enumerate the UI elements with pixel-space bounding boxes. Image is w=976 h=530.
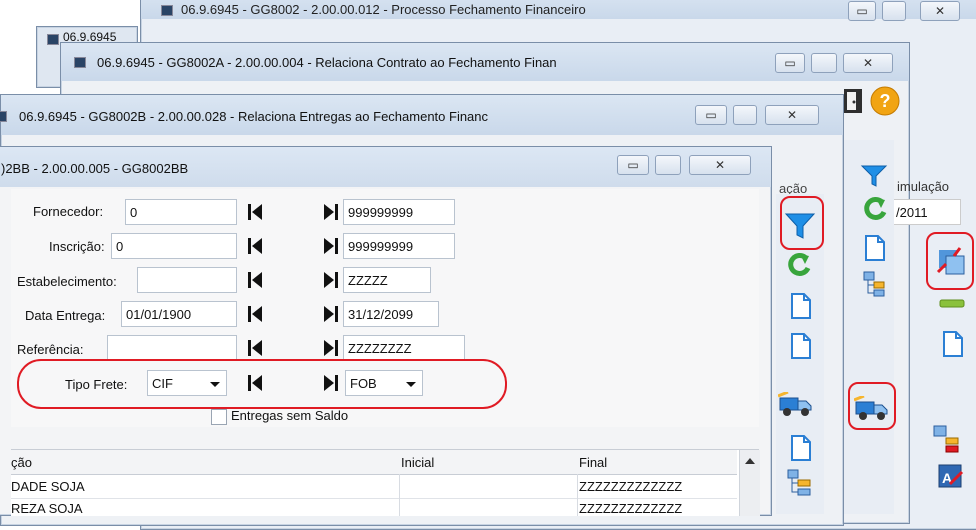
- grid-header: ção Inicial Final: [11, 450, 737, 475]
- minimize-button[interactable]: ▭: [617, 155, 649, 175]
- first-record-icon[interactable]: [245, 303, 265, 325]
- minimize-button[interactable]: ▭: [695, 105, 727, 125]
- entregas-sem-saldo-label: Entregas sem Saldo: [231, 408, 349, 423]
- minimize-button[interactable]: ▭: [848, 1, 876, 21]
- referencia-label: Referência:: [17, 342, 84, 357]
- window-4-title: )2BB - 2.00.00.005 - GG8002BB: [1, 161, 189, 176]
- grid-column-divider: [577, 474, 578, 516]
- window-1-titlebar[interactable]: 06.9.6945 - GG8002 - 2.00.00.012 - Proce…: [141, 0, 976, 21]
- vertical-scrollbar[interactable]: [739, 450, 760, 516]
- minus-icon[interactable]: [938, 296, 966, 310]
- table-row[interactable]: DADE SOJA ZZZZZZZZZZZZZ: [11, 476, 737, 499]
- table-cell: DADE SOJA: [11, 479, 85, 494]
- maximize-button[interactable]: [733, 105, 757, 125]
- window-3-title: 06.9.6945 - GG8002B - 2.00.00.028 - Rela…: [19, 109, 489, 124]
- highlight-filter-icon: [780, 196, 824, 250]
- document-icon[interactable]: [864, 234, 886, 262]
- window-4-titlebar[interactable]: )2BB - 2.00.00.005 - GG8002BB ▭ ✕: [0, 147, 771, 187]
- exit-door-icon[interactable]: [841, 87, 865, 115]
- filter-icon[interactable]: [860, 164, 888, 188]
- truck-icon[interactable]: [778, 392, 814, 418]
- window-gg8002bb: )2BB - 2.00.00.005 - GG8002BB ▭ ✕ Fornec…: [0, 146, 772, 516]
- fornecedor-label: Fornecedor:: [33, 204, 104, 219]
- hierarchy-icon[interactable]: [932, 424, 962, 454]
- first-record-icon[interactable]: [245, 269, 265, 291]
- close-button[interactable]: ✕: [920, 1, 960, 21]
- inscricao-to-field[interactable]: 999999999: [343, 233, 455, 259]
- data-entrega-to-field[interactable]: 31/12/2099: [343, 301, 439, 327]
- estabelecimento-label: Estabelecimento:: [17, 274, 117, 289]
- hierarchy-icon[interactable]: [786, 468, 814, 498]
- first-record-icon[interactable]: [245, 235, 265, 257]
- simulacao-label: imulação: [897, 179, 950, 194]
- last-record-icon[interactable]: [321, 269, 341, 291]
- first-record-icon[interactable]: [245, 337, 265, 359]
- estabelecimento-to-field[interactable]: ZZZZZ: [343, 267, 431, 293]
- window-2-toolbar: [844, 140, 894, 514]
- last-record-icon[interactable]: [321, 235, 341, 257]
- maximize-button[interactable]: [811, 53, 837, 73]
- results-grid: ção Inicial Final DADE SOJA ZZZZZZZZZZZZ…: [11, 449, 760, 516]
- window-2-title: 06.9.6945 - GG8002A - 2.00.00.004 - Rela…: [97, 55, 557, 70]
- data-entrega-from-field[interactable]: 01/01/1900: [121, 301, 237, 327]
- fornecedor-from-field[interactable]: 0: [125, 199, 237, 225]
- data-entrega-label: Data Entrega:: [25, 308, 106, 323]
- first-record-icon[interactable]: [245, 201, 265, 223]
- document-icon[interactable]: [790, 332, 812, 360]
- close-button[interactable]: ✕: [843, 53, 893, 73]
- document-icon[interactable]: [790, 434, 812, 462]
- window-icon: [74, 57, 86, 68]
- edit-icon[interactable]: A: [936, 462, 966, 492]
- grid-header-col-2[interactable]: Inicial: [401, 455, 434, 470]
- minimize-button[interactable]: ▭: [775, 53, 805, 73]
- maximize-button[interactable]: [882, 1, 906, 21]
- last-record-icon[interactable]: [321, 337, 341, 359]
- close-button[interactable]: ✕: [765, 105, 819, 125]
- window-1-title: 06.9.6945 - GG8002 - 2.00.00.012 - Proce…: [181, 2, 586, 17]
- table-cell: ZZZZZZZZZZZZZ: [579, 479, 683, 494]
- highlight-tipo-frete: [17, 359, 507, 409]
- fornecedor-to-field[interactable]: 999999999: [343, 199, 455, 225]
- inscricao-from-field[interactable]: 0: [111, 233, 237, 259]
- table-row[interactable]: REZA SOJA ZZZZZZZZZZZZZ: [11, 498, 737, 520]
- refresh-icon[interactable]: [786, 252, 812, 278]
- close-button[interactable]: ✕: [689, 155, 751, 175]
- estabelecimento-from-field[interactable]: [137, 267, 237, 293]
- highlight-link-icon: [926, 232, 974, 290]
- refresh-icon[interactable]: [862, 196, 888, 222]
- help-icon[interactable]: ?: [869, 85, 901, 117]
- svg-text:?: ?: [880, 91, 891, 111]
- grid-header-col-1[interactable]: ção: [11, 455, 32, 470]
- date-field[interactable]: /2011: [891, 199, 961, 225]
- window-2-titlebar[interactable]: 06.9.6945 - GG8002A - 2.00.00.004 - Rela…: [61, 43, 909, 81]
- window-3-titlebar[interactable]: 06.9.6945 - GG8002B - 2.00.00.028 - Rela…: [0, 95, 843, 135]
- window-icon: [0, 111, 7, 122]
- document-icon[interactable]: [790, 292, 812, 320]
- last-record-icon[interactable]: [321, 201, 341, 223]
- window-icon: [161, 5, 173, 16]
- hierarchy-icon[interactable]: [862, 270, 888, 298]
- grid-header-col-3[interactable]: Final: [579, 455, 607, 470]
- window-icon: [47, 34, 59, 45]
- grid-column-divider: [399, 474, 400, 516]
- maximize-button[interactable]: [655, 155, 681, 175]
- inscricao-label: Inscrição:: [49, 239, 105, 254]
- last-record-icon[interactable]: [321, 303, 341, 325]
- entregas-sem-saldo-checkbox[interactable]: [211, 409, 227, 425]
- document-icon[interactable]: [942, 330, 964, 358]
- scroll-up-icon[interactable]: [745, 458, 755, 464]
- truck-icon[interactable]: [854, 396, 890, 422]
- referencia-to-field[interactable]: ZZZZZZZZ: [343, 335, 465, 361]
- referencia-from-field[interactable]: [107, 335, 237, 361]
